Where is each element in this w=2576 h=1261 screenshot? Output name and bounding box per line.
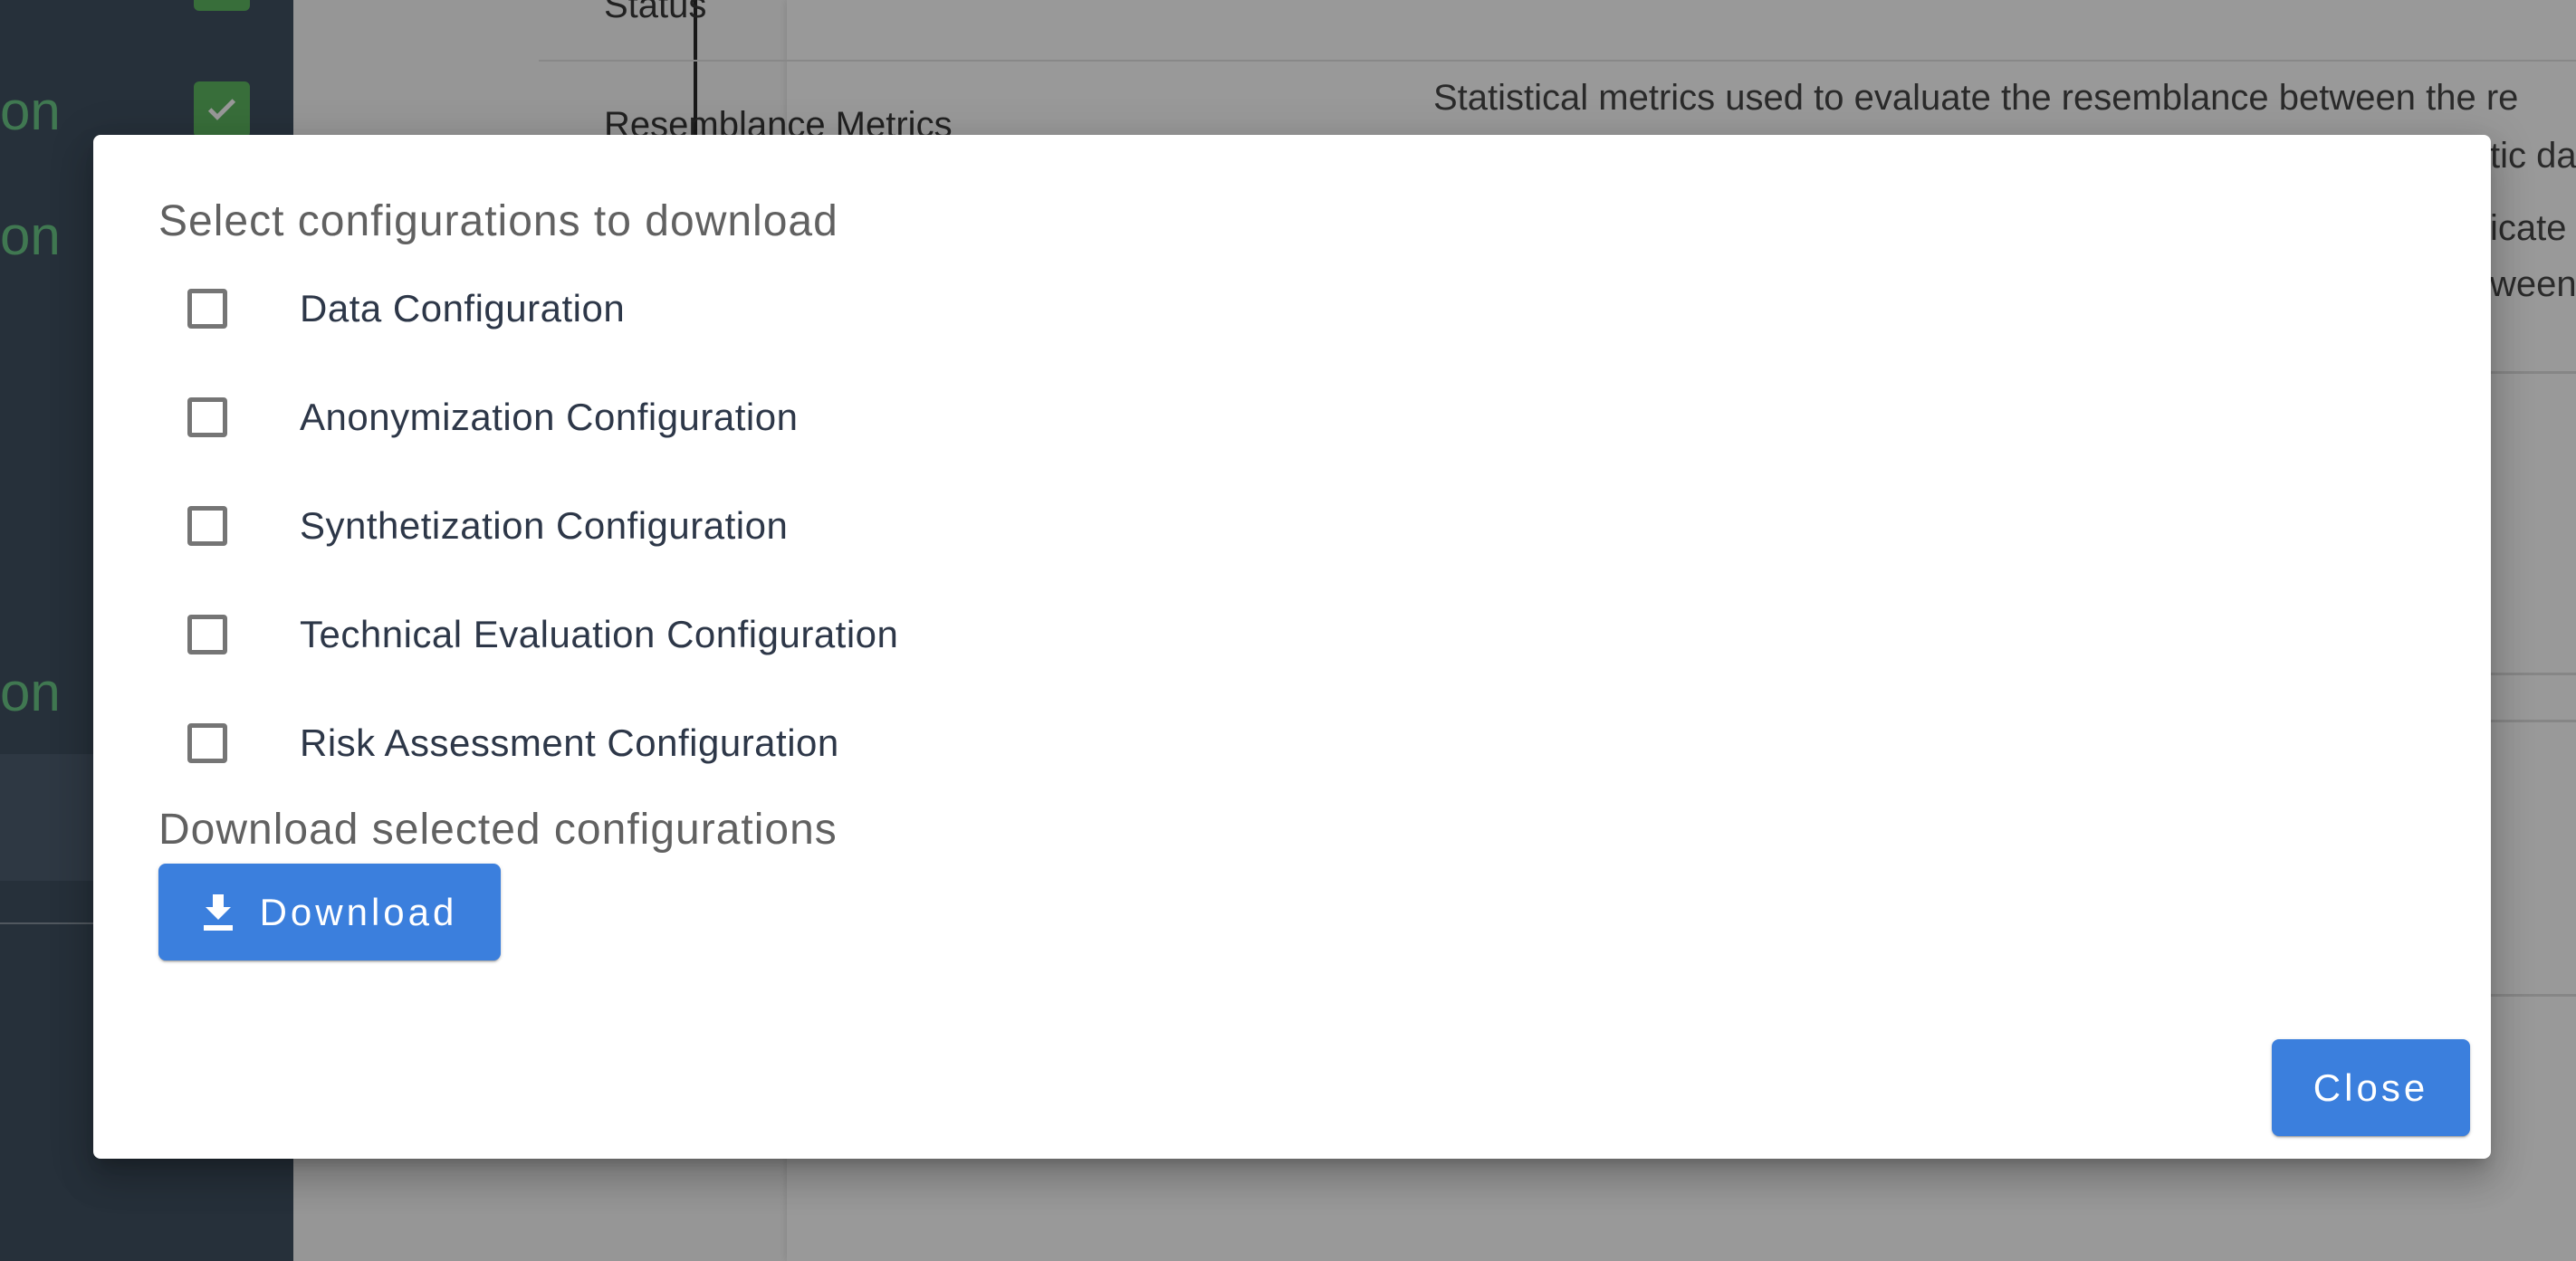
option-synthetization-configuration[interactable]: Synthetization Configuration: [187, 499, 788, 553]
download-icon: [202, 893, 235, 931]
option-data-configuration[interactable]: Data Configuration: [187, 282, 625, 336]
option-technical-evaluation-configuration[interactable]: Technical Evaluation Configuration: [187, 607, 898, 662]
close-button[interactable]: Close: [2272, 1039, 2470, 1136]
checkbox[interactable]: [187, 615, 227, 654]
checkbox-label[interactable]: Data Configuration: [300, 287, 625, 330]
select-configurations-title: Select configurations to download: [158, 197, 838, 245]
checkbox-label[interactable]: Anonymization Configuration: [300, 396, 798, 439]
checkbox[interactable]: [187, 289, 227, 329]
app-root: on on on Status Resemblance Metrics Stat…: [0, 0, 2576, 1261]
checkbox-label[interactable]: Technical Evaluation Configuration: [300, 613, 898, 656]
download-selected-title: Download selected configurations: [158, 806, 838, 854]
checkbox-label[interactable]: Risk Assessment Configuration: [300, 721, 839, 765]
checkbox-label[interactable]: Synthetization Configuration: [300, 504, 788, 548]
download-button[interactable]: Download: [158, 864, 501, 960]
close-button-label: Close: [2313, 1065, 2429, 1109]
checkbox[interactable]: [187, 397, 227, 437]
checkbox[interactable]: [187, 506, 227, 546]
checkbox[interactable]: [187, 723, 227, 763]
download-button-label: Download: [259, 890, 458, 933]
option-anonymization-configuration[interactable]: Anonymization Configuration: [187, 390, 798, 444]
download-configurations-dialog: Select configurations to download Data C…: [93, 135, 2491, 1159]
option-risk-assessment-configuration[interactable]: Risk Assessment Configuration: [187, 716, 839, 770]
